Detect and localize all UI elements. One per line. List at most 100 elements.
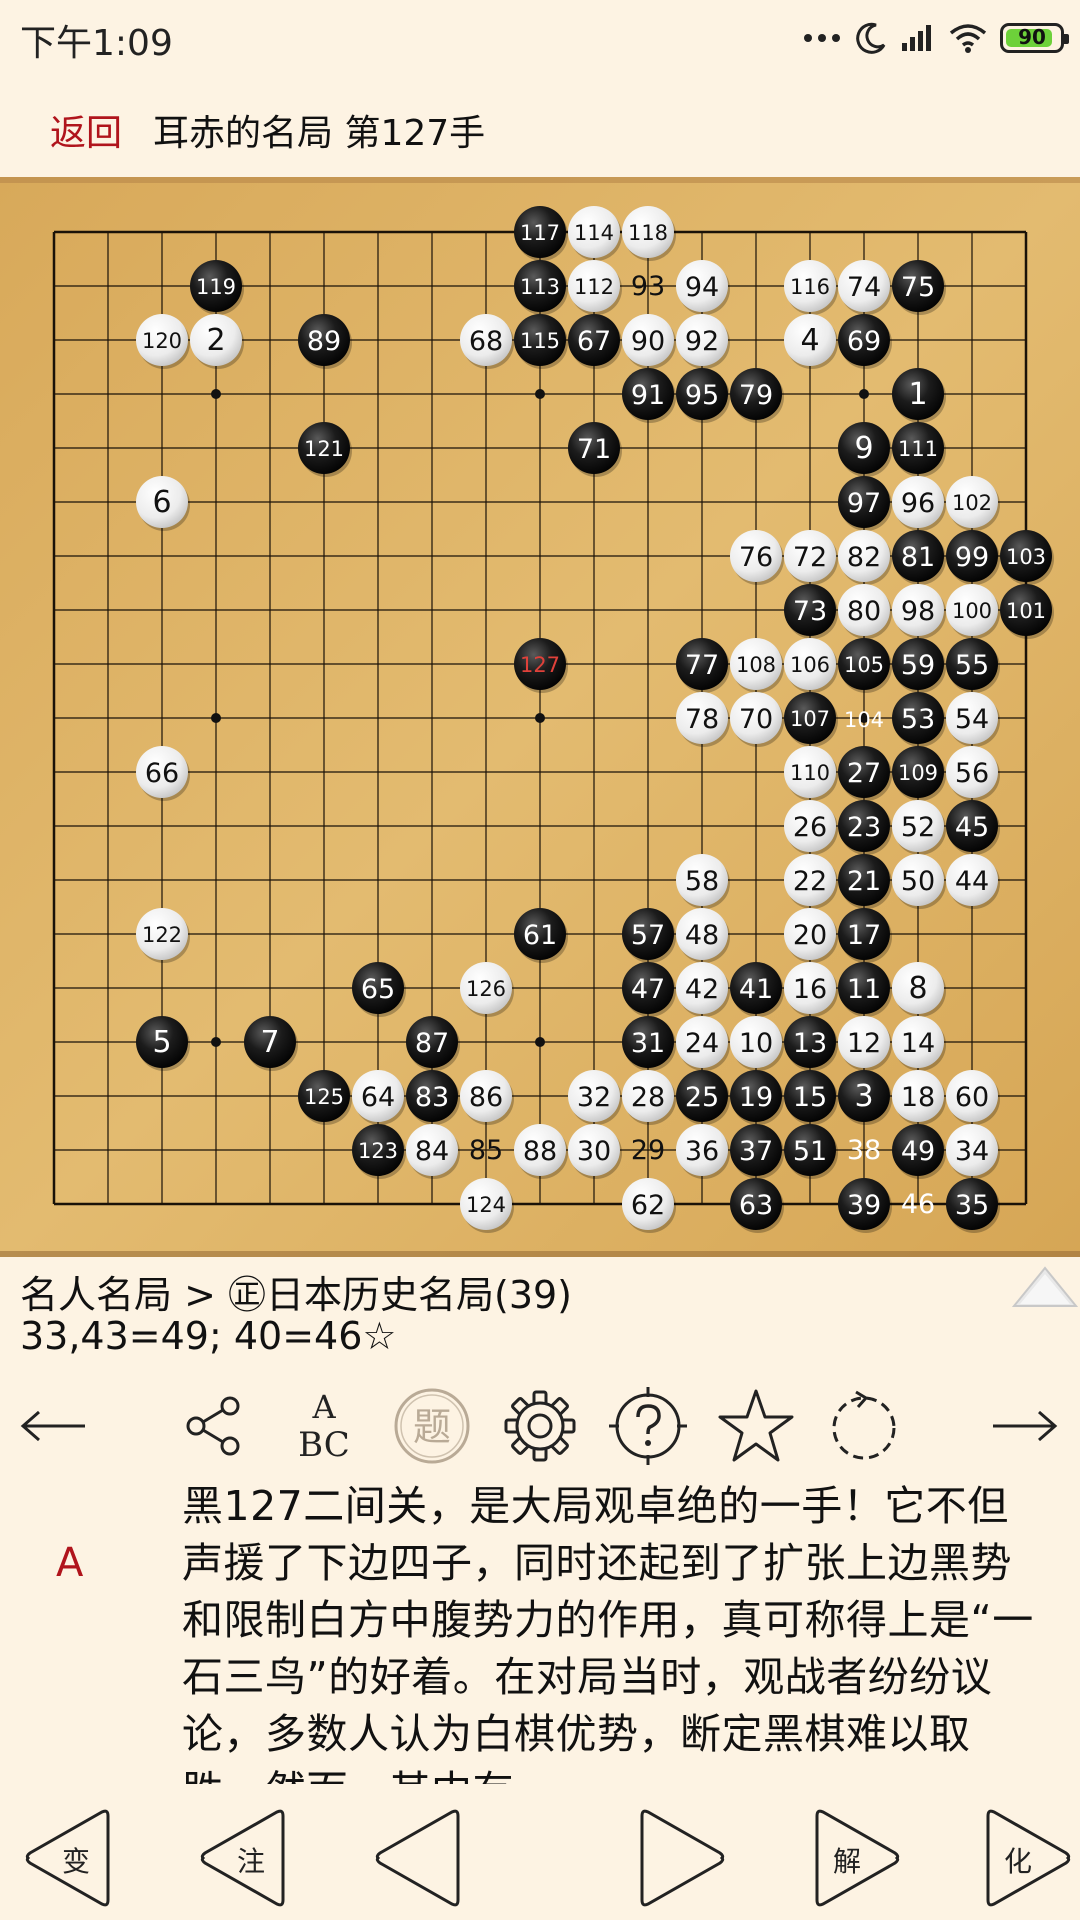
move-number: 108 (736, 653, 776, 677)
move-number: 123 (358, 1139, 398, 1163)
move-number: 21 (847, 866, 881, 897)
move-number: 117 (520, 221, 560, 245)
captured-move-label: 29 (631, 1135, 665, 1166)
annotate-button[interactable]: 注 (195, 1806, 305, 1910)
star-point (535, 713, 545, 723)
captured-move-label: 85 (469, 1135, 503, 1166)
previous-move-button[interactable] (10, 1382, 98, 1470)
move-number: 79 (739, 380, 773, 411)
move-number: 37 (739, 1136, 773, 1167)
move-number: 14 (901, 1028, 935, 1059)
captured-move-label: 46 (901, 1189, 935, 1220)
commentary-panel[interactable]: 黑127二间关，是大局观卓绝的一手！它不但声援了下边四子，同时还起到了扩张上边黑… (182, 1478, 1042, 1784)
status-icons: 90 (802, 16, 1069, 60)
svg-text:题: 题 (413, 1405, 451, 1449)
move-number: 16 (793, 974, 827, 1005)
move-number: 13 (793, 1028, 827, 1059)
move-number: 25 (685, 1082, 719, 1113)
back-button[interactable]: 返回 (50, 104, 122, 156)
move-number: 111 (898, 437, 938, 461)
collapse-panel-button[interactable] (1010, 1262, 1080, 1312)
move-number: 98 (901, 596, 935, 627)
settings-button[interactable] (496, 1382, 584, 1470)
move-number: 68 (469, 326, 503, 357)
moon-icon (854, 21, 888, 55)
move-number: 54 (955, 704, 989, 735)
move-number: 115 (520, 329, 560, 353)
move-number: 17 (847, 920, 881, 951)
favorite-button[interactable] (712, 1382, 800, 1470)
problem-button[interactable]: 题 (388, 1382, 476, 1470)
move-number: 36 (685, 1136, 719, 1167)
move-number: 51 (793, 1136, 827, 1167)
move-number: 55 (955, 650, 989, 681)
move-number: 45 (955, 812, 989, 843)
move-number: 27 (847, 758, 881, 789)
move-number: 41 (739, 974, 773, 1005)
help-icon (609, 1387, 687, 1465)
move-number: 30 (577, 1136, 611, 1167)
header: 返回 耳赤的名局 第127手 (0, 90, 1080, 170)
star-point (211, 389, 221, 399)
move-number: 3 (854, 1079, 873, 1114)
move-number: 61 (523, 920, 557, 951)
svg-text:A: A (311, 1388, 336, 1426)
arrow-left-icon (20, 1410, 85, 1442)
move-number: 66 (145, 758, 179, 789)
auto-replay-button[interactable] (820, 1382, 908, 1470)
replay-icon (832, 1390, 896, 1460)
move-number: 77 (685, 650, 719, 681)
move-number: 94 (685, 272, 719, 303)
move-number: 1 (908, 377, 927, 412)
captured-move-label: 38 (847, 1135, 881, 1166)
move-number: 103 (1006, 545, 1046, 569)
move-number: 86 (469, 1082, 503, 1113)
step-back-button[interactable] (370, 1806, 480, 1910)
move-number: 118 (628, 221, 668, 245)
move-number: 63 (739, 1190, 773, 1221)
move-number: 121 (304, 437, 344, 461)
move-number: 76 (739, 542, 773, 573)
move-number: 72 (793, 542, 827, 573)
move-number: 5 (152, 1025, 171, 1060)
go-board[interactable]: 93 104 85 29 38 46 117 114 118 119 113 112 94 116 74 7… (0, 177, 1080, 1257)
board-canvas[interactable]: 9310485 29 3846 117 114 118119 113 112 94 116 74 7… (0, 177, 1080, 1257)
move-number: 32 (577, 1082, 611, 1113)
move-number: 52 (901, 812, 935, 843)
share-button[interactable] (170, 1382, 258, 1470)
coordinates-button[interactable]: A BC (280, 1382, 368, 1470)
move-number: 24 (685, 1028, 719, 1059)
variation-label: 变 (61, 1845, 90, 1878)
svg-text:BC: BC (298, 1425, 350, 1464)
move-number: 73 (793, 596, 827, 627)
status-bar: 下午1:09 90 (0, 0, 1080, 72)
move-number: 39 (847, 1190, 881, 1221)
move-number: 122 (142, 923, 182, 947)
move-number: 58 (685, 866, 719, 897)
move-number: 64 (361, 1082, 395, 1113)
move-number: 50 (901, 866, 935, 897)
move-number: 56 (955, 758, 989, 789)
move-number: 47 (631, 974, 665, 1005)
help-button[interactable] (604, 1382, 692, 1470)
move-number: 78 (685, 704, 719, 735)
battery-level: 90 (1018, 25, 1046, 49)
step-forward-button[interactable] (620, 1806, 730, 1910)
signal-icon (900, 23, 936, 53)
battery-icon: 90 (1000, 23, 1069, 53)
move-number: 119 (196, 275, 236, 299)
move-number: 22 (793, 866, 827, 897)
toolbar: A BC 题 (0, 1382, 1080, 1470)
bottom-nav: 变 注 解 化 (0, 1800, 1080, 1920)
variation-button[interactable]: 变 (20, 1806, 130, 1910)
move-number: 62 (631, 1190, 665, 1221)
move-number: 101 (1006, 599, 1046, 623)
solve-button[interactable]: 解 (795, 1806, 905, 1910)
move-number: 11 (847, 974, 881, 1005)
move-number: 89 (307, 326, 341, 357)
collection-breadcrumb[interactable]: 名人名局 > ㊣日本历史名局(39) (20, 1264, 572, 1319)
transform-button[interactable]: 化 (966, 1806, 1076, 1910)
move-number: 110 (790, 761, 830, 785)
next-move-button[interactable] (980, 1382, 1068, 1470)
move-number: 114 (574, 221, 614, 245)
